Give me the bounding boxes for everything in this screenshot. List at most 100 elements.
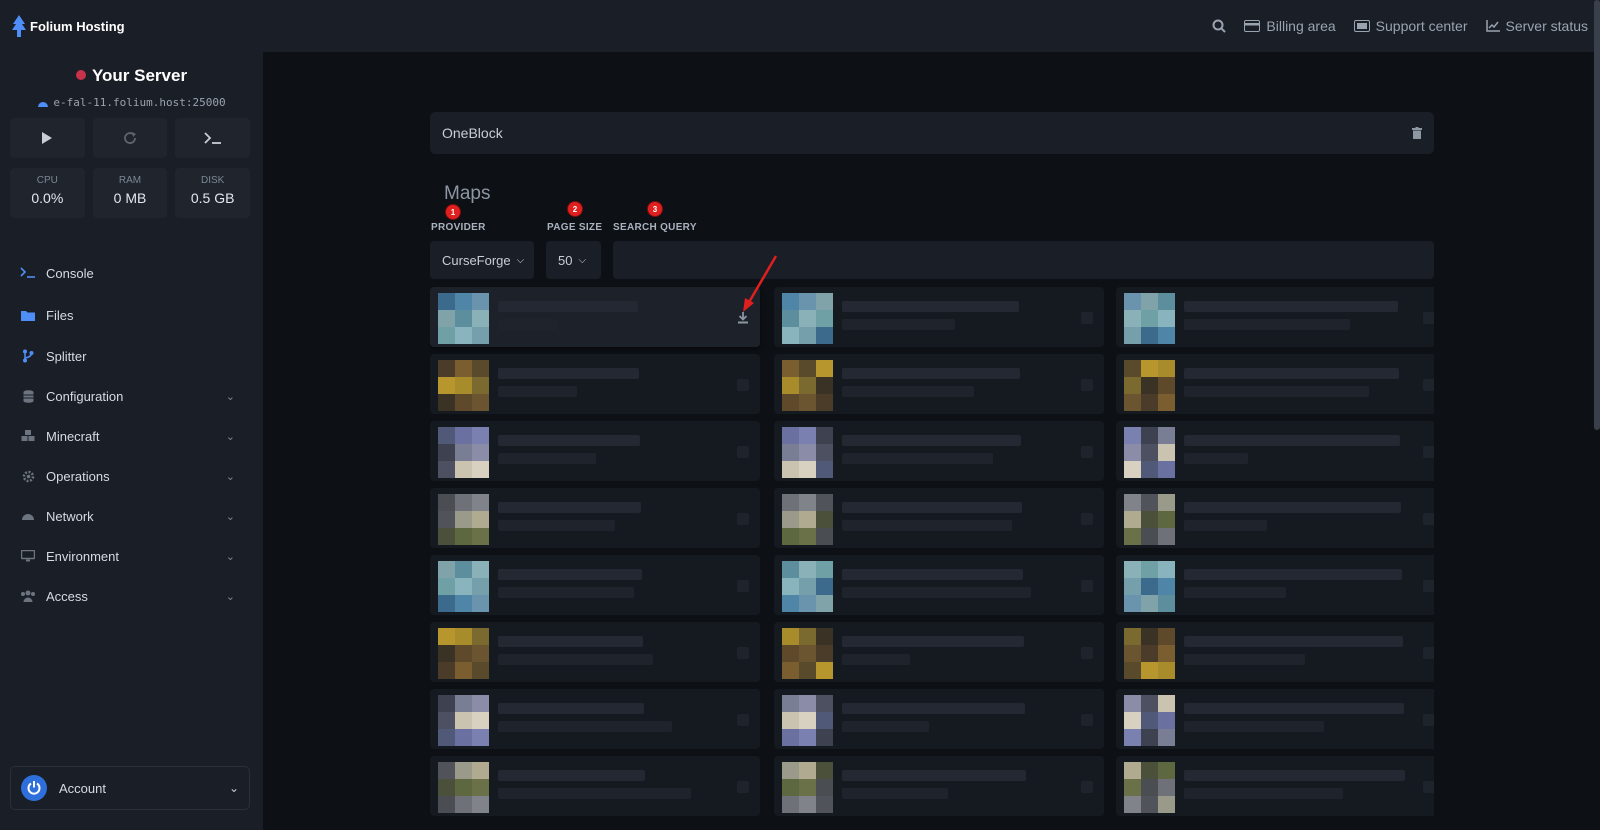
chevron-down-icon: ⌵ <box>578 254 587 266</box>
map-result-card[interactable] <box>1116 488 1434 548</box>
map-result-card[interactable] <box>430 622 760 682</box>
monitor-icon <box>20 550 36 562</box>
redacted-title <box>498 502 641 513</box>
server-status-link[interactable]: Server status <box>1485 18 1588 34</box>
map-result-card[interactable] <box>774 756 1104 816</box>
download-icon[interactable] <box>1422 445 1434 459</box>
download-icon[interactable] <box>736 445 750 459</box>
sidebar-item-files[interactable]: Files <box>0 294 263 336</box>
redacted-description <box>842 386 974 397</box>
map-thumbnail <box>1124 695 1175 746</box>
download-icon[interactable] <box>1422 579 1434 593</box>
sidebar-item-access[interactable]: Access ⌄ <box>0 576 263 616</box>
map-result-card[interactable] <box>430 354 760 414</box>
search-button[interactable] <box>1212 19 1227 33</box>
redacted-title <box>1184 502 1401 513</box>
map-result-card[interactable] <box>430 689 760 749</box>
map-result-card[interactable] <box>1116 354 1434 414</box>
download-icon[interactable] <box>1080 713 1094 727</box>
map-result-card[interactable] <box>774 287 1104 347</box>
chevron-down-icon: ⌄ <box>225 510 235 523</box>
network-icon <box>20 511 36 521</box>
redacted-title <box>1184 301 1398 312</box>
server-address[interactable]: e-fal-11.folium.host:25000 <box>0 96 263 109</box>
map-result-card[interactable] <box>1116 622 1434 682</box>
search-query-input[interactable] <box>613 241 1434 279</box>
map-thumbnail <box>438 561 489 612</box>
download-icon[interactable] <box>1080 512 1094 526</box>
trash-icon[interactable] <box>1412 127 1422 139</box>
map-result-card[interactable] <box>774 555 1104 615</box>
download-icon[interactable] <box>736 780 750 794</box>
cubes-icon <box>20 430 36 442</box>
support-center-link[interactable]: Support center <box>1353 18 1468 34</box>
download-icon[interactable] <box>1422 512 1434 526</box>
top-nav: Billing area Support center Server statu… <box>1212 14 1588 38</box>
download-icon[interactable] <box>1422 780 1434 794</box>
page-size-select[interactable]: 50 ⌵ <box>546 241 601 279</box>
cpu-stat: CPU 0.0% <box>10 168 85 218</box>
download-icon[interactable] <box>1080 579 1094 593</box>
sidebar-item-console[interactable]: Console <box>0 252 263 294</box>
download-icon[interactable] <box>1080 445 1094 459</box>
redacted-title <box>498 770 645 781</box>
map-result-card[interactable] <box>774 421 1104 481</box>
disk-stat: DISK 0.5 GB <box>175 168 251 218</box>
restart-icon <box>124 132 136 144</box>
tree-icon <box>12 15 26 37</box>
map-result-card[interactable] <box>430 756 760 816</box>
map-thumbnail <box>438 360 489 411</box>
map-result-card[interactable] <box>1116 689 1434 749</box>
download-icon[interactable] <box>736 579 750 593</box>
map-result-card[interactable] <box>774 354 1104 414</box>
redacted-description <box>1184 721 1324 732</box>
download-icon[interactable] <box>736 646 750 660</box>
modpack-title: OneBlock <box>442 125 503 141</box>
billing-icon <box>1244 20 1261 32</box>
download-icon[interactable] <box>1080 311 1094 325</box>
console-button[interactable] <box>175 118 251 158</box>
map-thumbnail <box>438 293 489 344</box>
download-icon[interactable] <box>1422 311 1434 325</box>
map-result-card[interactable] <box>1116 555 1434 615</box>
billing-area-link[interactable]: Billing area <box>1244 18 1336 34</box>
download-icon[interactable] <box>1422 378 1434 392</box>
download-icon[interactable] <box>1422 713 1434 727</box>
power-icon <box>21 775 47 801</box>
play-icon <box>42 132 53 144</box>
redacted-description <box>842 520 1012 531</box>
map-result-card[interactable] <box>774 488 1104 548</box>
provider-select[interactable]: CurseForge ⌵ <box>430 241 534 279</box>
sidebar-item-splitter[interactable]: Splitter <box>0 336 263 376</box>
map-thumbnail <box>782 494 833 545</box>
map-result-card[interactable] <box>430 488 760 548</box>
download-icon[interactable] <box>1080 780 1094 794</box>
map-result-card[interactable] <box>1116 756 1434 816</box>
sidebar-item-network[interactable]: Network ⌄ <box>0 496 263 536</box>
download-icon[interactable] <box>1422 646 1434 660</box>
map-result-card[interactable] <box>430 287 760 347</box>
map-result-card[interactable] <box>774 689 1104 749</box>
start-button[interactable] <box>10 118 85 158</box>
sidebar-item-configuration[interactable]: Configuration ⌄ <box>0 376 263 416</box>
map-result-card[interactable] <box>1116 287 1434 347</box>
restart-button[interactable] <box>92 118 168 158</box>
map-result-card[interactable] <box>774 622 1104 682</box>
brand-logo[interactable]: Folium Hosting <box>12 14 125 38</box>
map-thumbnail <box>782 293 833 344</box>
download-icon[interactable] <box>736 512 750 526</box>
account-menu[interactable]: Account ⌄ <box>10 766 250 810</box>
download-icon[interactable] <box>1080 378 1094 392</box>
download-icon[interactable] <box>1080 646 1094 660</box>
map-result-card[interactable] <box>1116 421 1434 481</box>
map-result-card[interactable] <box>430 555 760 615</box>
map-result-card[interactable] <box>430 421 760 481</box>
map-thumbnail <box>1124 360 1175 411</box>
page-scrollbar[interactable] <box>1594 0 1600 430</box>
sidebar-item-operations[interactable]: Operations ⌄ <box>0 456 263 496</box>
download-icon[interactable] <box>736 378 750 392</box>
sidebar-item-minecraft[interactable]: Minecraft ⌄ <box>0 416 263 456</box>
support-center-label: Support center <box>1375 18 1468 34</box>
sidebar-item-environment[interactable]: Environment ⌄ <box>0 536 263 576</box>
download-icon[interactable] <box>736 713 750 727</box>
